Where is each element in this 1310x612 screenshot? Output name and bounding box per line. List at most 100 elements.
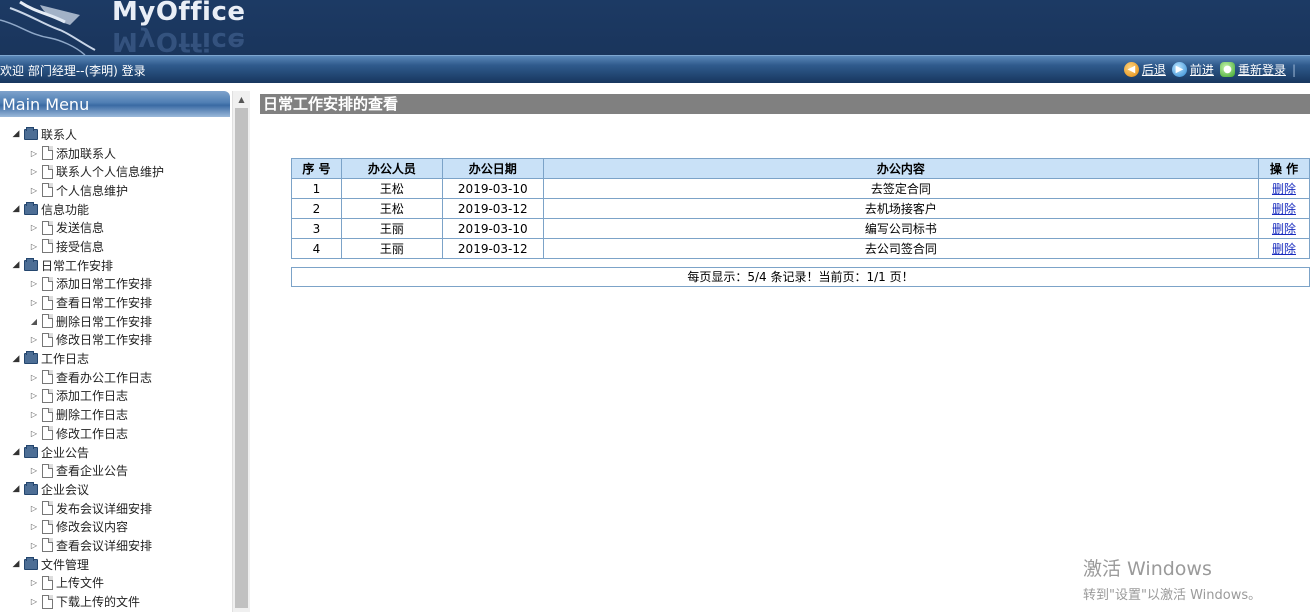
menu-item-label: 个人信息维护	[56, 183, 129, 198]
document-icon	[42, 183, 53, 198]
document-icon	[42, 276, 53, 291]
back-link[interactable]: ◀ 后退	[1123, 61, 1166, 78]
menu-item-label: 发布会议详细安排	[56, 501, 153, 516]
logo-reflection: MyOffice	[112, 26, 246, 55]
menu-group[interactable]: ◢ 联系人	[0, 125, 230, 144]
menu-item-label: 删除工作日志	[56, 408, 129, 423]
menu-item-label: 修改日常工作安排	[56, 333, 153, 348]
document-icon	[42, 164, 53, 179]
collapsed-arrow-icon: ▷	[30, 185, 38, 195]
collapsed-arrow-icon: ▷	[30, 597, 38, 607]
document-icon	[42, 407, 53, 422]
cell-staff: 王松	[340, 198, 443, 219]
delete-link[interactable]: 删除	[1272, 182, 1296, 196]
table-header-row: 序 号 办公人员 办公日期 办公内容 操 作	[291, 158, 1310, 179]
cell-date: 2019-03-12	[441, 198, 544, 219]
menu-item[interactable]: ▷ 查看日常工作安排	[0, 293, 230, 312]
document-icon	[42, 314, 53, 329]
delete-link[interactable]: 删除	[1272, 222, 1296, 236]
menu-item[interactable]: ▷ 上传文件	[0, 574, 230, 593]
expand-arrow-icon[interactable]: ◢	[10, 354, 22, 364]
scroll-up-arrow-icon[interactable]: ▲	[233, 91, 250, 108]
cell-staff: 王丽	[340, 218, 443, 239]
menu-item-label: 修改工作日志	[56, 426, 129, 441]
table-row: 2 王松 2019-03-12 去机场接客户 删除	[291, 198, 1310, 219]
menu-item[interactable]: ▷ 添加工作日志	[0, 387, 230, 406]
document-icon	[42, 538, 53, 553]
table-row: 4 王丽 2019-03-12 去公司签合同 删除	[291, 238, 1310, 259]
forward-link[interactable]: ▶ 前进	[1171, 61, 1214, 78]
expand-arrow-icon[interactable]: ◢	[10, 260, 22, 270]
menu-item[interactable]: ▷ 修改日常工作安排	[0, 331, 230, 350]
collapsed-arrow-icon: ▷	[30, 223, 38, 233]
table-row: 3 王丽 2019-03-10 编写公司标书 删除	[291, 218, 1310, 239]
menu-group[interactable]: ◢ 日常工作安排	[0, 256, 230, 275]
collapsed-arrow-icon: ▷	[30, 410, 38, 420]
collapsed-arrow-icon: ▷	[30, 578, 38, 588]
folder-icon	[24, 481, 38, 495]
relogin-link[interactable]: ● 重新登录	[1219, 61, 1286, 78]
folder-icon	[24, 201, 38, 215]
cell-date: 2019-03-12	[441, 238, 544, 259]
menu-item-label: 查看日常工作安排	[56, 296, 153, 311]
menu-group[interactable]: ◢ 企业会议	[0, 480, 230, 499]
cell-index: 4	[291, 238, 342, 259]
cell-content: 编写公司标书	[542, 218, 1260, 239]
menu-item[interactable]: ▷ 删除工作日志	[0, 405, 230, 424]
menu-group-label: 文件管理	[41, 557, 90, 572]
relogin-link-label: 重新登录	[1237, 63, 1286, 77]
document-icon	[42, 388, 53, 403]
delete-link[interactable]: 删除	[1272, 202, 1296, 216]
menu-item[interactable]: ▷ 添加日常工作安排	[0, 275, 230, 294]
collapsed-arrow-icon: ▷	[30, 540, 38, 550]
menu-item-label: 发送信息	[56, 221, 105, 236]
menu-group-label: 联系人	[41, 127, 78, 142]
menu-group[interactable]: ◢ 信息功能	[0, 200, 230, 219]
collapsed-arrow-icon: ▷	[30, 391, 38, 401]
cell-staff: 王丽	[340, 238, 443, 259]
menu-item[interactable]: ▷ 修改会议内容	[0, 517, 230, 536]
menu-item[interactable]: ▷ 修改工作日志	[0, 424, 230, 443]
cell-action: 删除	[1258, 218, 1310, 239]
main-menu-header: Main Menu	[0, 91, 230, 117]
document-icon	[42, 575, 53, 590]
cell-action: 删除	[1258, 198, 1310, 219]
expand-arrow-icon[interactable]: ◢	[10, 559, 22, 569]
sidebar-scrollbar[interactable]: ▲	[232, 91, 250, 612]
scrollbar-thumb[interactable]	[235, 108, 248, 608]
menu-item[interactable]: ▷ 添加联系人	[0, 144, 230, 163]
folder-icon	[24, 556, 38, 570]
menu-item[interactable]: ▷ 查看办公工作日志	[0, 368, 230, 387]
collapsed-arrow-icon: ▷	[30, 522, 38, 532]
menu-group[interactable]: ◢ 企业公告	[0, 443, 230, 462]
expand-arrow-icon[interactable]: ◢	[10, 484, 22, 494]
menu-item[interactable]: ◢ 删除日常工作安排	[0, 312, 230, 331]
menu-item[interactable]: ▷ 联系人个人信息维护	[0, 162, 230, 181]
menu-item[interactable]: ▷ 个人信息维护	[0, 181, 230, 200]
back-link-label: 后退	[1141, 63, 1166, 77]
expand-arrow-icon[interactable]: ◢	[10, 447, 22, 457]
menu-item[interactable]: ▷ 下载上传的文件	[0, 592, 230, 611]
expand-arrow-icon[interactable]: ◢	[10, 129, 22, 139]
document-icon	[42, 239, 53, 254]
back-arrow-icon: ◀	[1123, 62, 1139, 77]
welcome-bar: 欢迎 部门经理--(李明) 登录 ◀ 后退 ▶ 前进 ● 重新登录 |	[0, 55, 1310, 83]
logo-bird-icon	[0, 0, 96, 55]
menu-item[interactable]: ▷ 接受信息	[0, 237, 230, 256]
menu-item[interactable]: ▷ 发送信息	[0, 218, 230, 237]
expand-arrow-icon[interactable]: ◢	[10, 204, 22, 214]
menu-item[interactable]: ▷ 发布会议详细安排	[0, 499, 230, 518]
delete-link[interactable]: 删除	[1272, 242, 1296, 256]
collapsed-arrow-icon: ▷	[30, 241, 38, 251]
cell-index: 2	[291, 198, 342, 219]
menu-item[interactable]: ▷ 查看会议详细安排	[0, 536, 230, 555]
column-header-action: 操 作	[1258, 158, 1310, 179]
menu-item[interactable]: ▷ 查看企业公告	[0, 461, 230, 480]
document-icon	[42, 370, 53, 385]
menu-group[interactable]: ◢ 工作日志	[0, 349, 230, 368]
menu-group[interactable]: ◢ 文件管理	[0, 555, 230, 574]
menu-item-label: 联系人个人信息维护	[56, 165, 165, 180]
menu-item-label: 删除日常工作安排	[56, 314, 153, 329]
menu-tree: ◢ 联系人 ▷ 添加联系人 ▷ 联系人个人信息维护 ▷ 个人信息维护 ◢ 信息功能 ▷ 发送信息 ▷ 接受…	[0, 125, 230, 611]
cell-content: 去机场接客户	[542, 198, 1260, 219]
